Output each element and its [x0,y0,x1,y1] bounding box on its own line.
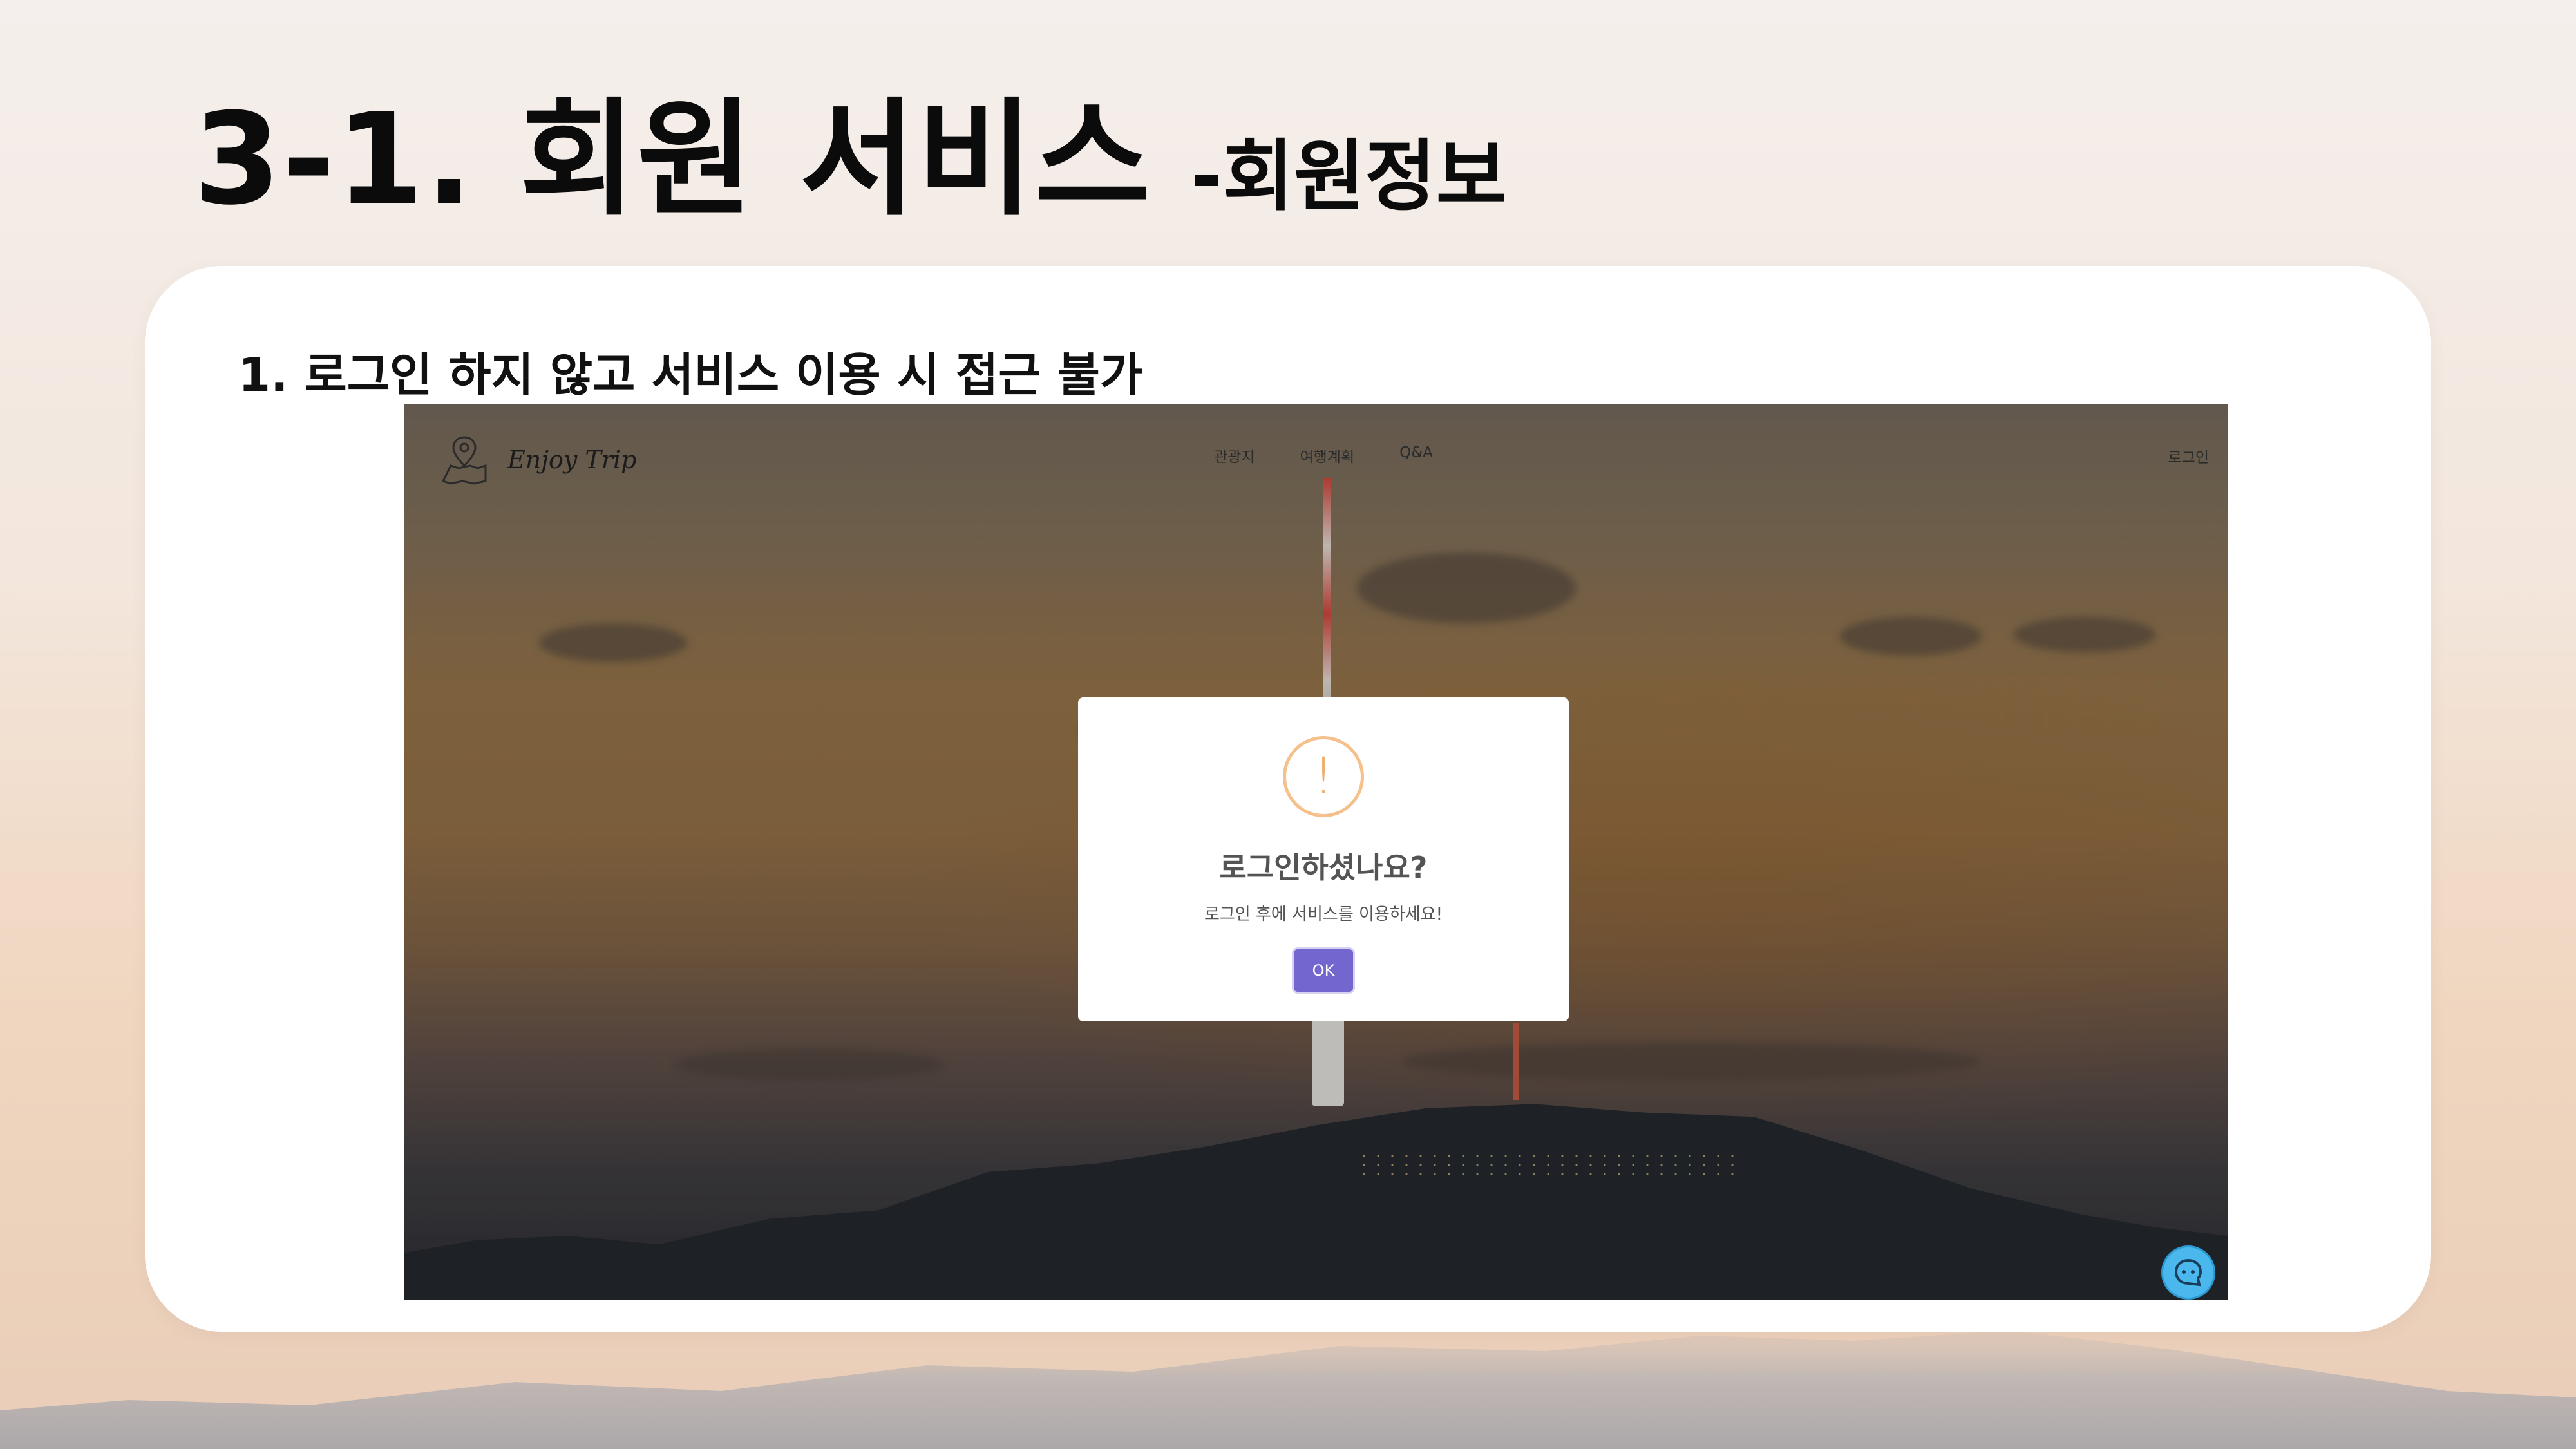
nav-item-travel-plan[interactable]: 여행계획 [1300,444,1354,466]
background-hill [0,1331,2576,1449]
slide-title: 3-1. 회원 서비스 -회원정보 [193,97,1507,223]
nav-item-attractions[interactable]: 관광지 [1214,444,1255,466]
site-logo[interactable]: Enjoy Trip [439,433,636,486]
warning-glyph: ! [1313,748,1334,806]
map-pin-icon [441,436,487,485]
dialog-title: 로그인하셨나요? [1219,850,1428,885]
content-card: 1. 로그인 하지 않고 서비스 이용 시 접근 불가 ENJOY TRIP E… [145,266,2431,1332]
website-screenshot: ENJOY TRIP Enjoy Trip 관광지 여행계획 Q&A 로그인 !… [404,404,2228,1300]
card-heading: 1. 로그인 하지 않고 서비스 이용 시 접근 불가 [238,348,1143,402]
login-link[interactable]: 로그인 [2168,445,2209,467]
chat-icon [2174,1258,2202,1287]
chat-button[interactable] [2161,1245,2215,1300]
dialog-message: 로그인 후에 서비스를 이용하세요! [1204,905,1443,924]
nav-item-qna[interactable]: Q&A [1399,444,1433,466]
logo-text: Enjoy Trip [507,446,637,474]
page-subtitle: -회원정보 [1190,132,1508,222]
login-required-dialog: ! 로그인하셨나요? 로그인 후에 서비스를 이용하세요! OK [1078,697,1569,1021]
page-title: 3-1. 회원 서비스 [193,86,1152,233]
warning-icon: ! [1283,736,1364,817]
main-nav: 관광지 여행계획 Q&A [1214,444,1433,466]
ok-button[interactable]: OK [1294,949,1353,992]
